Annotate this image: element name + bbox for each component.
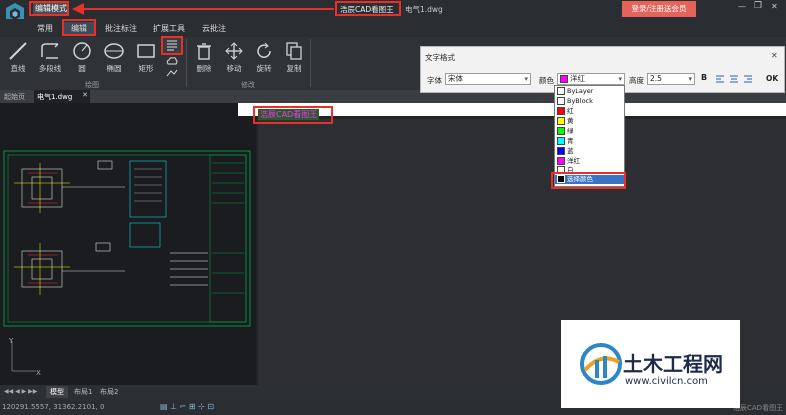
color-swatch-icon [557, 166, 565, 174]
align-right-icon[interactable] [743, 74, 753, 84]
color-swatch-icon [557, 175, 565, 183]
chevron-down-icon: ▾ [524, 75, 528, 83]
color-option[interactable]: ByLayer [557, 87, 593, 96]
magenta-swatch-icon [560, 75, 568, 83]
color-dropdown: ByLayer ByBlock 红 黄 绿 青 蓝 洋红 白 选择颜色 [554, 85, 625, 187]
rectangle-icon [137, 44, 155, 58]
color-swatch-icon [557, 157, 565, 165]
move-icon [225, 42, 243, 60]
site-watermark: 土木工程网 www.civilcn.com [561, 320, 740, 408]
site-logo-icon [580, 343, 622, 385]
line-icon [9, 42, 27, 60]
coordinates-readout: 120291.5557, 31362.2101, 0 [2, 403, 105, 411]
color-swatch-icon [557, 107, 565, 115]
color-swatch-icon [557, 87, 565, 95]
color-option[interactable]: 白 [557, 166, 574, 175]
tab-start-page[interactable]: 起始页 [4, 92, 25, 102]
polyline-tool[interactable]: 多段线 [34, 39, 66, 79]
menu-tab-bar: 常用 编辑 批注标注 扩展工具 云批注 [0, 19, 786, 37]
edit-canvas-strip [238, 103, 786, 116]
align-left-icon[interactable] [715, 74, 725, 84]
rotate-tool[interactable]: 旋转 [248, 39, 280, 79]
color-option[interactable]: 青 [557, 137, 574, 146]
ok-button[interactable]: OK [766, 74, 778, 83]
tab-drawing-file[interactable]: 电气1.dwg ✕ [34, 90, 90, 103]
tab-layout-2[interactable]: 布局2 [96, 386, 122, 398]
ellipse-tool[interactable]: 椭圆 [98, 39, 130, 79]
color-option[interactable]: 洋红 [557, 157, 580, 166]
draw-group-label: 绘图 [85, 81, 99, 89]
close-tab-icon[interactable]: ✕ [82, 91, 88, 99]
tab-common[interactable]: 常用 [30, 22, 60, 35]
tab-layout-1[interactable]: 布局1 [70, 386, 96, 398]
canvas-text-object[interactable]: 浩辰CAD看图王 [258, 109, 320, 120]
status-toggle-icons[interactable]: ▤ ⊥ ⌐ ⊞ ⊹ ⊡ [160, 402, 214, 411]
site-name: 土木工程网 [623, 352, 723, 376]
height-input[interactable]: 2.5 ▾ [647, 73, 695, 85]
color-swatch-icon [557, 117, 565, 125]
color-option[interactable]: 黄 [557, 117, 574, 126]
model-canvas[interactable]: Y X [0, 103, 256, 385]
line-tool[interactable]: 直线 [2, 39, 34, 79]
nav-first-icon[interactable]: ◀◀ ◀ ▶ ▶▶ [4, 388, 37, 395]
svg-text:Y: Y [8, 337, 14, 345]
polyline-icon [41, 43, 59, 59]
group-divider [186, 39, 187, 87]
circle-tool[interactable]: 圆 [66, 39, 98, 79]
color-swatch-icon [557, 147, 565, 155]
modify-group-label: 修改 [241, 81, 255, 89]
group-divider [310, 39, 311, 87]
chevron-down-icon: ▾ [688, 75, 692, 83]
color-label: 颜色 [539, 76, 554, 85]
text-format-title: 文字格式 [425, 53, 455, 62]
rotate-icon [257, 42, 271, 58]
tab-extensions[interactable]: 扩展工具 [147, 22, 191, 35]
bold-button[interactable]: B [701, 73, 711, 82]
chevron-down-icon: ▾ [618, 75, 622, 83]
cad-drawing: Y X [3, 150, 251, 377]
color-swatch-icon [557, 127, 565, 135]
move-tool[interactable]: 移动 [218, 39, 250, 79]
color-swatch-icon [557, 137, 565, 145]
color-option[interactable]: 绿 [557, 127, 574, 136]
select-color-option[interactable]: 选择颜色 [555, 175, 624, 184]
text-tool-button[interactable] [163, 37, 181, 53]
font-select[interactable]: 宋体 ▾ [445, 73, 531, 85]
color-select[interactable]: 洋红 ▾ [557, 73, 625, 85]
color-option[interactable]: ByBlock [557, 97, 593, 106]
copy-icon [286, 42, 302, 60]
ellipse-icon [104, 43, 124, 59]
tab-model[interactable]: 模型 [46, 386, 68, 398]
status-app-name: 浩辰CAD看图王 [733, 404, 784, 412]
color-swatch-icon [557, 97, 565, 105]
multiline-text-icon [167, 40, 177, 51]
tab-edit[interactable]: 编辑 [64, 22, 94, 35]
tab-annotation[interactable]: 批注标注 [100, 22, 142, 35]
sketch-tool-icon[interactable] [165, 68, 179, 78]
tab-cloud-annotation[interactable]: 云批注 [196, 22, 232, 35]
trash-icon [197, 43, 211, 60]
circle-icon [73, 42, 91, 60]
height-label: 高度 [629, 76, 644, 85]
cloud-tool-icon[interactable] [165, 56, 179, 66]
align-center-icon[interactable] [729, 74, 739, 84]
close-dialog-icon[interactable]: ✕ [771, 51, 778, 60]
site-url: www.civilcn.com [625, 376, 708, 387]
color-option[interactable]: 红 [557, 107, 574, 116]
color-option[interactable]: 蓝 [557, 147, 574, 156]
font-label: 字体 [427, 76, 442, 85]
rectangle-tool[interactable]: 矩形 [130, 39, 162, 79]
copy-tool[interactable]: 复制 [278, 39, 310, 79]
delete-tool[interactable]: 删除 [188, 39, 220, 79]
svg-text:X: X [36, 369, 41, 377]
